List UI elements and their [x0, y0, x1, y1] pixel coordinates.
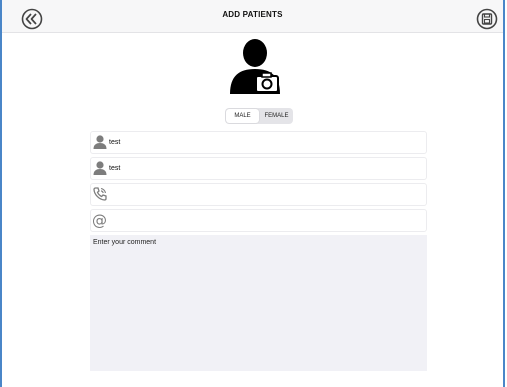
person-icon	[93, 135, 107, 149]
comment-placeholder: Enter your comment	[93, 239, 157, 246]
phone-field[interactable]	[90, 183, 427, 206]
patient-photo-button[interactable]	[227, 36, 287, 96]
comment-textarea[interactable]: Enter your comment	[90, 235, 427, 371]
last-name-value: test	[109, 165, 121, 172]
first-name-value: test	[109, 139, 121, 146]
save-button[interactable]	[476, 8, 498, 30]
gender-option-female[interactable]: FEMALE	[260, 108, 293, 124]
person-icon	[93, 161, 107, 175]
floppy-disk-icon	[476, 8, 498, 30]
person-camera-icon	[230, 39, 280, 94]
navigation-bar: ADD PATIENTS	[2, 0, 503, 33]
first-name-field[interactable]: test	[90, 131, 427, 154]
phone-icon	[93, 187, 107, 201]
gender-selector[interactable]: MALE FEMALE	[225, 108, 293, 124]
last-name-field[interactable]: test	[90, 157, 427, 180]
at-sign-icon: @	[92, 212, 107, 228]
email-field[interactable]: @	[90, 209, 427, 232]
gender-option-male[interactable]: MALE	[226, 109, 259, 123]
svg-text:@: @	[92, 212, 107, 228]
page-title: ADD PATIENTS	[222, 10, 283, 19]
